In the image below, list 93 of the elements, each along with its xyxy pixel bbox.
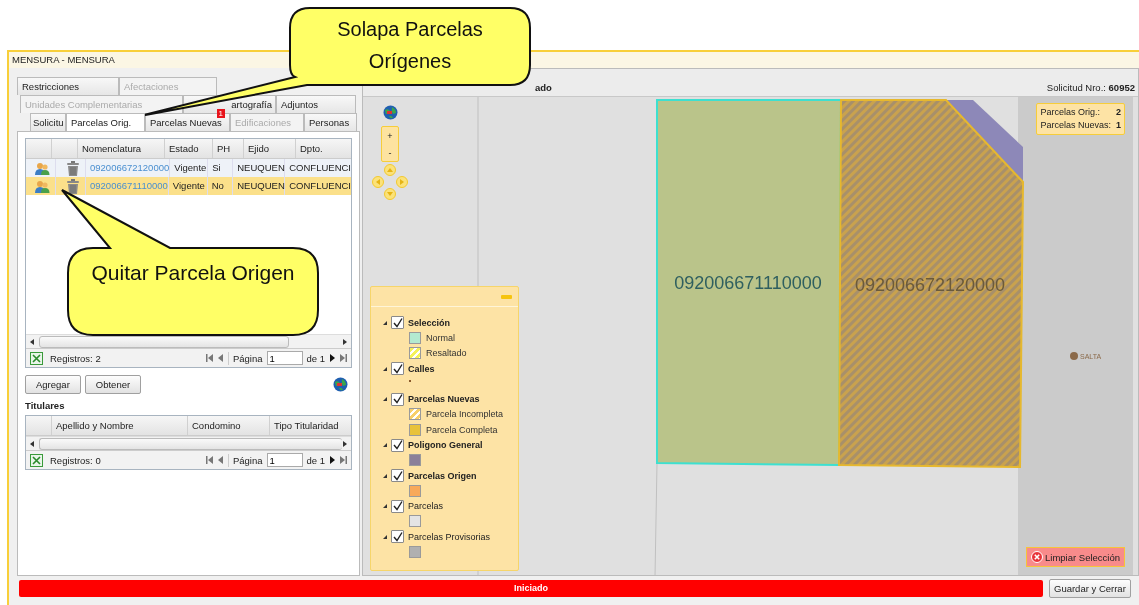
previous-page-icon[interactable] bbox=[217, 456, 224, 464]
column-header[interactable]: Estado bbox=[165, 139, 213, 158]
summary-value: 2 bbox=[1116, 106, 1121, 119]
tab[interactable]: Parcelas Orig. bbox=[66, 113, 145, 131]
legend-item-label: Parcela Incompleta bbox=[426, 409, 504, 420]
tab[interactable]: Solicitu bbox=[30, 113, 66, 131]
table-cell: No bbox=[207, 177, 234, 195]
clear-selection-button[interactable]: Limpiar Selección bbox=[1026, 547, 1125, 567]
globe-icon[interactable] bbox=[333, 376, 348, 392]
last-page-icon[interactable] bbox=[339, 354, 347, 362]
column-header[interactable]: Dpto. bbox=[296, 139, 351, 158]
expand-arrow-icon[interactable] bbox=[383, 473, 387, 478]
action-button[interactable]: Agregar bbox=[25, 374, 81, 394]
column-header[interactable]: Apellido y Nombre bbox=[52, 416, 188, 435]
checkbox[interactable] bbox=[391, 499, 404, 513]
page-field[interactable]: 1 bbox=[266, 351, 303, 365]
count-badge: 1 bbox=[216, 109, 225, 118]
legend-item-label: Normal bbox=[426, 332, 455, 343]
summary-label: Parcelas Nuevas: bbox=[1040, 119, 1111, 132]
scroll-right-icon[interactable] bbox=[342, 338, 347, 345]
trash-icon[interactable] bbox=[66, 178, 79, 194]
next-page-icon[interactable] bbox=[329, 456, 335, 464]
table-row[interactable]: 092006672120000 Vigente Si NEUQUEN CONFLUENCI bbox=[26, 159, 351, 177]
record-count: Registros: 0 bbox=[50, 454, 102, 466]
table-cell: NEUQUEN bbox=[233, 177, 286, 195]
checkbox[interactable] bbox=[391, 530, 404, 543]
page-total: de 1 bbox=[306, 454, 325, 466]
previous-page-icon[interactable] bbox=[217, 354, 224, 362]
legend-item-label: Parcela Completa bbox=[426, 424, 498, 435]
scroll-left-icon[interactable] bbox=[30, 338, 35, 345]
expand-arrow-icon[interactable] bbox=[383, 320, 387, 325]
save-close-button[interactable]: Guardar y Cerrar bbox=[1049, 578, 1131, 598]
summary-label: Parcelas Orig.: bbox=[1040, 106, 1100, 119]
callout-text: Quitar Parcela Origen bbox=[90, 260, 296, 286]
page-label: Página bbox=[232, 352, 263, 364]
column-header[interactable]: Condomino bbox=[188, 416, 270, 435]
users-icon[interactable] bbox=[35, 179, 50, 193]
close-icon bbox=[1031, 551, 1043, 563]
record-count: Registros: 2 bbox=[50, 352, 102, 364]
spreadsheet-icon[interactable] bbox=[30, 351, 43, 365]
first-page-icon[interactable] bbox=[205, 354, 214, 362]
parcel-label: 092006671110000 bbox=[674, 273, 822, 293]
page-field[interactable]: 1 bbox=[266, 453, 303, 467]
zoom-out-button[interactable]: - bbox=[388, 147, 392, 158]
column-header[interactable]: Tipo Titularidad bbox=[270, 416, 351, 435]
last-page-icon[interactable] bbox=[339, 456, 347, 464]
column-header[interactable]: Ejido bbox=[244, 139, 296, 158]
expand-arrow-icon[interactable] bbox=[383, 504, 387, 508]
table-row[interactable]: 092006671110000 Vigente No NEUQUEN CONFLUENCI bbox=[26, 177, 351, 195]
action-button[interactable]: Obtener bbox=[84, 374, 142, 394]
checkbox[interactable] bbox=[391, 392, 404, 406]
checkbox[interactable] bbox=[391, 316, 404, 329]
tab[interactable]: Restricciones bbox=[17, 77, 119, 95]
layer-label: Parcelas Nuevas bbox=[408, 394, 480, 404]
status-bar: Iniciado bbox=[19, 579, 1043, 597]
checkbox[interactable] bbox=[391, 469, 404, 482]
expand-arrow-icon[interactable] bbox=[383, 534, 387, 539]
table-cell-text: CONFLUENCI bbox=[288, 161, 351, 175]
scroll-left-icon[interactable] bbox=[30, 440, 35, 447]
layer-label: Selección bbox=[408, 317, 451, 328]
layer-label: Poligono General bbox=[408, 440, 483, 450]
expand-arrow-icon[interactable] bbox=[383, 443, 387, 447]
zoom-in-button[interactable]: + bbox=[387, 130, 393, 141]
expand-arrow-icon[interactable] bbox=[383, 397, 387, 401]
checkbox[interactable] bbox=[391, 362, 404, 375]
horizontal-scrollbar[interactable] bbox=[26, 436, 351, 450]
checkbox[interactable] bbox=[391, 438, 404, 452]
layer-label: Calles bbox=[408, 363, 435, 374]
tab[interactable]: Personas bbox=[304, 113, 357, 131]
globe-icon[interactable] bbox=[383, 105, 398, 120]
panel-title: ado bbox=[535, 82, 552, 93]
first-page-icon[interactable] bbox=[205, 456, 214, 464]
expand-arrow-icon[interactable] bbox=[383, 366, 387, 371]
tab[interactable]: Adjuntos bbox=[276, 95, 356, 113]
horizontal-scrollbar[interactable] bbox=[26, 334, 351, 348]
column-header[interactable]: Nomenclatura bbox=[78, 139, 165, 158]
page-total: de 1 bbox=[306, 352, 325, 364]
layer-label: Parcelas Origen bbox=[408, 470, 477, 481]
summary-value: 1 bbox=[1116, 119, 1121, 132]
legend-item-label: Resaltado bbox=[426, 348, 467, 359]
section-title: Titulares bbox=[25, 400, 66, 411]
table-cell-text: CONFLUENCI bbox=[288, 179, 351, 193]
spreadsheet-icon[interactable] bbox=[30, 453, 43, 467]
layer-label: Parcelas Provisorias bbox=[408, 531, 491, 542]
parcel-label: 092006672120000 bbox=[854, 275, 1006, 295]
request-number: Solicitud Nro.: 60952 bbox=[1046, 82, 1135, 93]
next-page-icon[interactable] bbox=[329, 354, 335, 362]
column-header[interactable]: PH bbox=[213, 139, 244, 158]
place-marker-icon bbox=[1070, 352, 1078, 360]
users-icon[interactable] bbox=[35, 161, 50, 175]
table-cell: Vigente bbox=[168, 177, 208, 195]
layer-label: Parcelas bbox=[408, 501, 443, 511]
page-label: Página bbox=[232, 454, 263, 466]
